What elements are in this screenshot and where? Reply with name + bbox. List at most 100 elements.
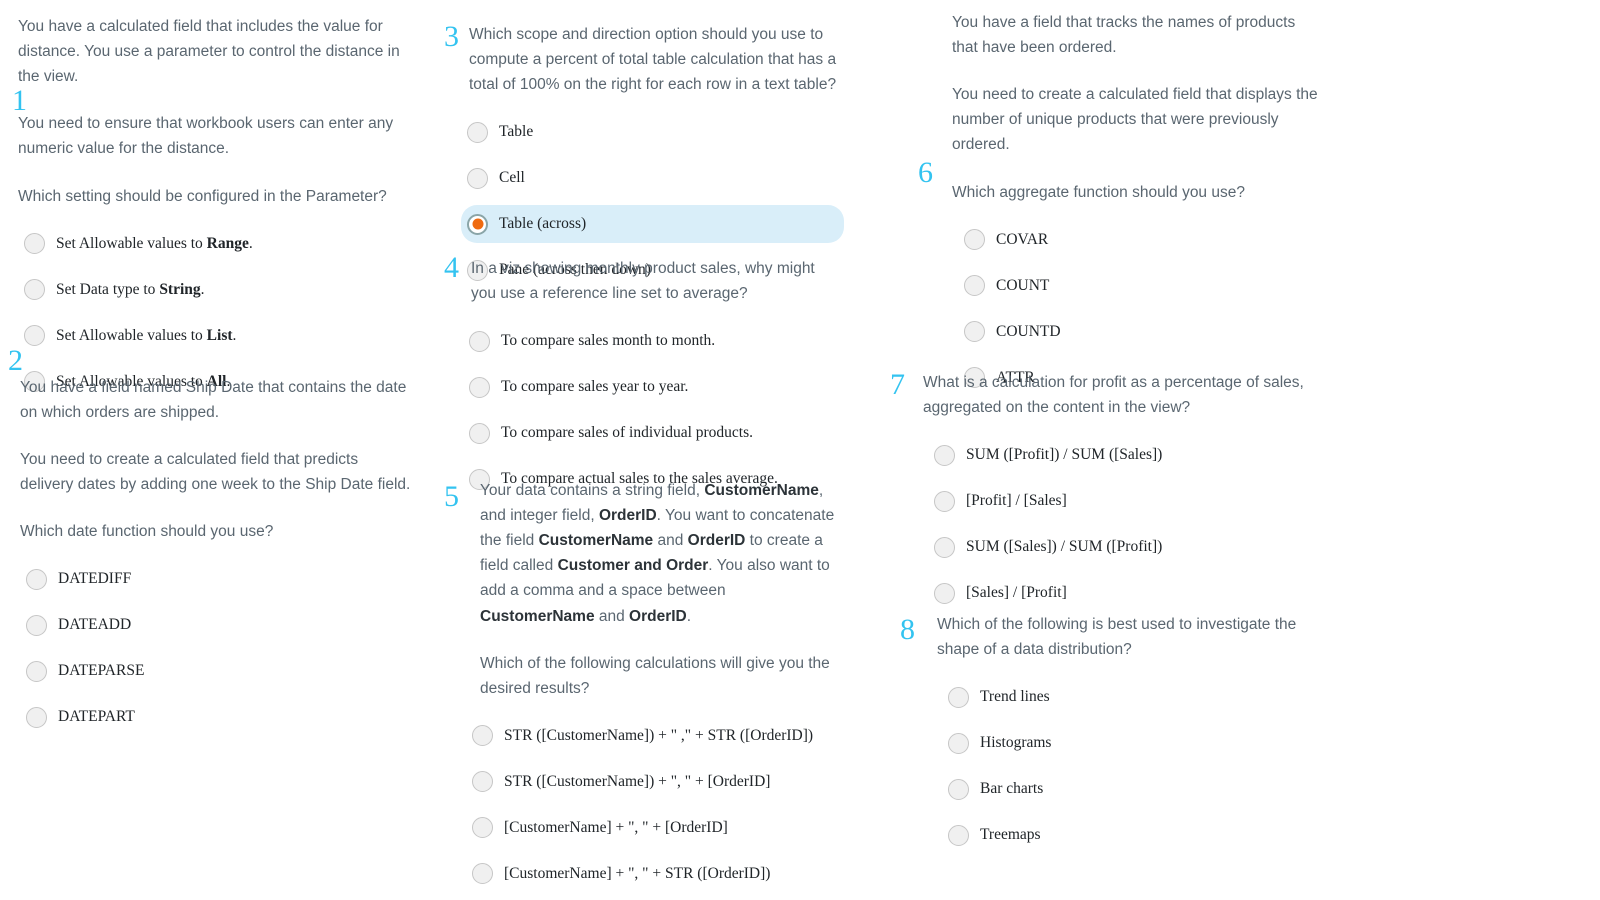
radio-button-icon[interactable] <box>934 444 955 466</box>
question-4-stem-para-1: In a viz showing monthly product sales, … <box>471 260 815 303</box>
question-3-stem-para-1: Which scope and direction option should … <box>469 26 837 94</box>
option-row[interactable]: To compare sales year to year. <box>463 368 844 406</box>
question-column-1: 1 You have a calculated field that inclu… <box>0 0 420 900</box>
option-row[interactable]: COUNTD <box>958 313 1318 351</box>
radio-button-icon[interactable] <box>26 661 47 683</box>
question-2-stem-para-3: Which date function should you use? <box>20 523 274 541</box>
option-label: STR ([CustomerName]) + " ," + STR ([Orde… <box>504 726 814 744</box>
radio-button-icon[interactable] <box>26 707 47 729</box>
option-label: DATEPARSE <box>58 662 145 680</box>
radio-button-icon[interactable] <box>467 121 488 143</box>
radio-button-icon[interactable] <box>469 376 490 398</box>
question-8-stem: Which of the following is best used to i… <box>900 612 1320 662</box>
radio-button-icon[interactable] <box>964 321 985 343</box>
option-label: COUNT <box>996 276 1050 294</box>
radio-button-icon[interactable] <box>26 615 47 637</box>
radio-button-icon[interactable] <box>24 279 45 301</box>
option-row[interactable]: Set Data type to String. <box>18 271 410 309</box>
question-7-stem: What is a calculation for profit as a pe… <box>890 370 1310 420</box>
radio-button-icon[interactable] <box>964 229 985 251</box>
option-label: COUNTD <box>996 322 1061 340</box>
option-label: To compare sales month to month. <box>501 332 716 350</box>
radio-button-icon[interactable] <box>467 167 488 189</box>
radio-button-icon[interactable] <box>472 817 493 839</box>
option-row[interactable]: COUNT <box>958 267 1318 305</box>
option-row[interactable]: STR ([CustomerName]) + " ," + STR ([Orde… <box>466 717 844 755</box>
radio-button-icon[interactable] <box>948 824 969 846</box>
radio-button-icon[interactable] <box>24 325 45 347</box>
option-label: STR ([CustomerName]) + ", " + [OrderID] <box>504 772 771 790</box>
question-8-options: Trend lines Histograms Bar charts Treema… <box>900 678 1320 854</box>
option-row[interactable]: [CustomerName] + ", " + [OrderID] <box>466 809 844 847</box>
question-4-stem: In a viz showing monthly product sales, … <box>444 256 844 306</box>
radio-button-icon[interactable] <box>934 582 955 604</box>
question-4: 4 In a viz showing monthly product sales… <box>444 253 844 506</box>
question-6-stem: You have a field that tracks the names o… <box>918 10 1318 205</box>
option-label: DATEDIFF <box>58 570 132 588</box>
option-row[interactable]: Cell <box>461 159 844 197</box>
question-number-7: 7 <box>890 368 905 401</box>
option-row[interactable]: Trend lines <box>942 678 1320 716</box>
question-5-stem-para-1: Your data contains a string field, Custo… <box>480 482 835 625</box>
question-8: 8 Which of the following is best used to… <box>900 612 1320 862</box>
question-6: 6 You have a field that tracks the names… <box>918 10 1318 405</box>
option-label: Set Data type to String. <box>56 280 205 298</box>
radio-button-icon[interactable] <box>472 725 493 747</box>
option-row[interactable]: DATEDIFF <box>20 561 412 599</box>
radio-button-icon[interactable] <box>469 422 490 444</box>
question-6-stem-para-3: Which aggregate function should you use? <box>952 183 1245 201</box>
option-label: Table <box>499 123 534 141</box>
option-row[interactable]: To compare sales of individual products. <box>463 414 844 452</box>
option-row-selected[interactable]: Table (across) <box>461 205 844 244</box>
question-number-8: 8 <box>900 613 915 646</box>
radio-button-icon[interactable] <box>469 330 490 352</box>
option-row[interactable]: Set Allowable values to Range. <box>18 225 410 263</box>
radio-button-icon[interactable] <box>472 771 493 793</box>
option-row[interactable]: DATEPART <box>20 699 412 737</box>
question-2: 2 You have a field named Ship Date that … <box>8 346 412 745</box>
option-label: DATEADD <box>58 616 132 634</box>
option-row[interactable]: Treemaps <box>942 816 1320 854</box>
radio-button-icon[interactable] <box>24 233 45 255</box>
option-row[interactable]: Bar charts <box>942 770 1320 808</box>
option-row[interactable]: [Profit] / [Sales] <box>928 482 1310 520</box>
option-row[interactable]: [CustomerName] + ", " + STR ([OrderID]) <box>466 855 844 893</box>
question-column-2: 3 Which scope and direction option shoul… <box>420 0 860 900</box>
radio-button-icon[interactable] <box>934 490 955 512</box>
radio-button-icon[interactable] <box>26 569 47 591</box>
option-label: Treemaps <box>980 826 1041 844</box>
option-label: DATEPART <box>58 708 135 726</box>
option-label: [Sales] / [Profit] <box>966 584 1067 602</box>
option-row[interactable]: COVAR <box>958 221 1318 259</box>
radio-button-selected-icon[interactable] <box>467 213 488 235</box>
option-label: [Profit] / [Sales] <box>966 492 1067 510</box>
option-row[interactable]: SUM ([Sales]) / SUM ([Profit]) <box>928 528 1310 566</box>
option-row[interactable]: Table <box>461 113 844 151</box>
question-5-stem: Your data contains a string field, Custo… <box>444 478 844 701</box>
option-label: Table (across) <box>499 215 587 233</box>
radio-button-icon[interactable] <box>964 275 985 297</box>
option-row[interactable]: Set Allowable values to List. <box>18 317 410 355</box>
option-label: SUM ([Profit]) / SUM ([Sales]) <box>966 446 1163 464</box>
question-number-2: 2 <box>8 344 23 377</box>
radio-button-icon[interactable] <box>472 863 493 885</box>
option-row[interactable]: [Sales] / [Profit] <box>928 574 1310 612</box>
option-row[interactable]: SUM ([Profit]) / SUM ([Sales]) <box>928 436 1310 474</box>
option-row[interactable]: STR ([CustomerName]) + ", " + [OrderID] <box>466 763 844 801</box>
option-label: SUM ([Sales]) / SUM ([Profit]) <box>966 538 1163 556</box>
radio-button-icon[interactable] <box>948 778 969 800</box>
option-row[interactable]: DATEPARSE <box>20 653 412 691</box>
radio-button-icon[interactable] <box>934 536 955 558</box>
question-5: 5 Your data contains a string field, Cus… <box>444 478 844 900</box>
radio-button-icon[interactable] <box>948 686 969 708</box>
radio-button-icon[interactable] <box>948 732 969 754</box>
option-label: Trend lines <box>980 688 1050 706</box>
option-row[interactable]: Histograms <box>942 724 1320 762</box>
question-7: 7 What is a calculation for profit as a … <box>890 370 1310 620</box>
quiz-page: 1 You have a calculated field that inclu… <box>0 0 1600 900</box>
question-6-stem-para-2: You need to create a calculated field th… <box>952 86 1318 154</box>
question-column-3: 6 You have a field that tracks the names… <box>880 0 1330 900</box>
option-row[interactable]: To compare sales month to month. <box>463 322 844 360</box>
option-row[interactable]: DATEADD <box>20 607 412 645</box>
question-5-stem-para-2: Which of the following calculations will… <box>480 654 830 697</box>
